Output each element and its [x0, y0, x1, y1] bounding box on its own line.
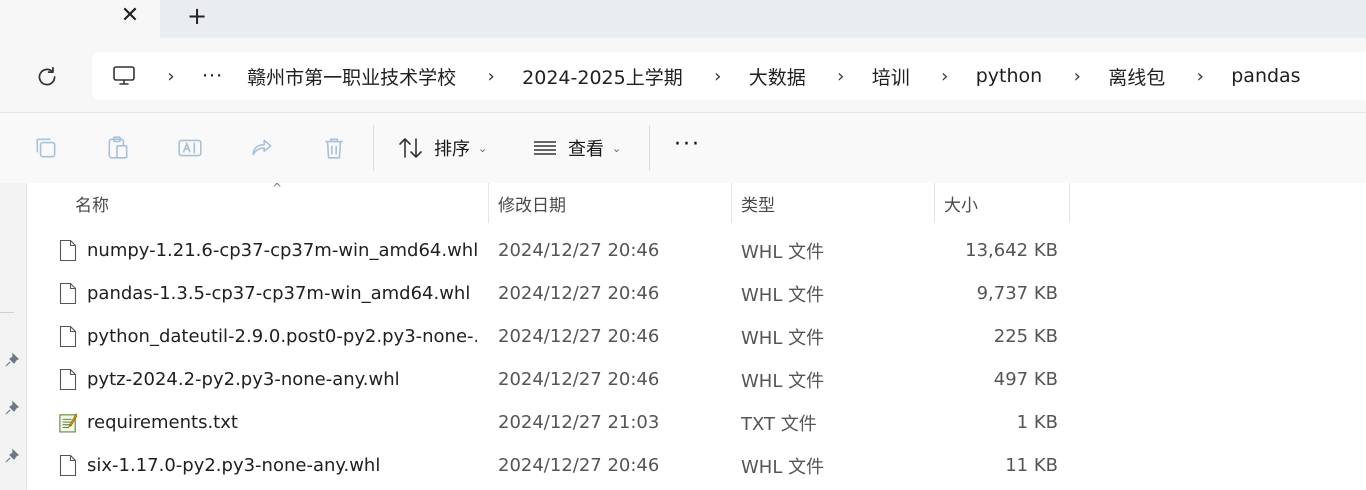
file-size: 11 KB [1005, 455, 1058, 476]
file-name: python_dateutil-2.9.0.post0-py2.py3-none… [87, 326, 477, 347]
sort-label: 排序 [434, 139, 470, 160]
column-divider[interactable] [1069, 183, 1070, 223]
breadcrumb-item[interactable]: 2024-2025上学期 [522, 63, 683, 90]
file-name: six-1.17.0-py2.py3-none-any.whl [87, 455, 381, 476]
chevron-right-icon[interactable]: › [1066, 66, 1088, 87]
active-tab[interactable]: ✕ [0, 0, 160, 38]
file-name: pytz-2024.2-py2.py3-none-any.whl [87, 369, 400, 390]
column-divider[interactable] [934, 183, 935, 223]
breadcrumb-item[interactable]: 大数据 [749, 63, 806, 90]
command-bar: 排序 ⌄ 查看 ⌄ ··· [0, 112, 1366, 184]
file-icon [59, 239, 77, 262]
breadcrumb-overflow[interactable]: ··· [202, 65, 223, 87]
breadcrumb-item[interactable]: 培训 [872, 63, 910, 90]
new-tab-icon[interactable]: + [182, 2, 212, 30]
file-size: 9,737 KB [976, 283, 1058, 304]
column-header: ^ 名称 修改日期 类型 大小 [27, 181, 1366, 223]
file-size: 13,642 KB [965, 240, 1058, 261]
breadcrumb: › ··· 赣州市第一职业技术学校 › 2024-2025上学期 › 大数据 ›… [160, 52, 1325, 100]
file-name: requirements.txt [87, 412, 238, 433]
pin-icon[interactable] [4, 400, 20, 416]
sort-icon [399, 138, 422, 158]
view-button[interactable]: 查看 ⌄ [532, 131, 621, 165]
column-header-size[interactable]: 大小 [944, 183, 978, 223]
column-divider[interactable] [731, 183, 732, 223]
breadcrumb-item-current[interactable]: pandas [1231, 65, 1300, 87]
copy-icon[interactable] [33, 135, 59, 161]
rename-icon[interactable] [177, 135, 203, 161]
this-pc-icon[interactable] [112, 65, 136, 87]
refresh-icon[interactable] [34, 64, 60, 90]
breadcrumb-item[interactable]: python [976, 65, 1042, 87]
share-icon[interactable] [249, 135, 275, 161]
nav-divider [0, 312, 14, 313]
address-row: › ··· 赣州市第一职业技术学校 › 2024-2025上学期 › 大数据 ›… [0, 38, 1366, 112]
file-icon [59, 325, 77, 348]
delete-icon[interactable] [321, 135, 347, 161]
close-tab-icon[interactable]: ✕ [117, 3, 143, 29]
table-row[interactable]: numpy-1.21.6-cp37-cp37m-win_amd64.whl 20… [27, 229, 1077, 272]
chevron-right-icon[interactable]: › [160, 66, 182, 87]
file-date: 2024/12/27 20:46 [498, 240, 660, 261]
file-size: 225 KB [993, 326, 1058, 347]
table-row[interactable]: pandas-1.3.5-cp37-cp37m-win_amd64.whl 20… [27, 272, 1077, 315]
file-date: 2024/12/27 20:46 [498, 326, 660, 347]
file-type: WHL 文件 [741, 241, 825, 263]
file-type: TXT 文件 [741, 413, 817, 435]
sort-button[interactable]: 排序 ⌄ [398, 131, 487, 165]
view-icon [534, 141, 556, 155]
address-bar[interactable]: › ··· 赣州市第一职业技术学校 › 2024-2025上学期 › 大数据 ›… [92, 52, 1366, 100]
column-header-name[interactable]: 名称 [75, 183, 109, 223]
column-header-date[interactable]: 修改日期 [498, 183, 566, 223]
file-date: 2024/12/27 20:46 [498, 283, 660, 304]
column-divider[interactable] [488, 183, 489, 223]
navigation-pane [0, 183, 27, 490]
chevron-right-icon[interactable]: › [480, 66, 502, 87]
file-size: 497 KB [993, 369, 1058, 390]
file-name: pandas-1.3.5-cp37-cp37m-win_amd64.whl [87, 283, 471, 304]
file-date: 2024/12/27 21:03 [498, 412, 660, 433]
tab-strip: ✕ + [0, 0, 1366, 38]
file-type: WHL 文件 [741, 370, 825, 392]
table-row[interactable]: pytz-2024.2-py2.py3-none-any.whl 2024/12… [27, 358, 1077, 401]
file-name: numpy-1.21.6-cp37-cp37m-win_amd64.whl [87, 240, 477, 261]
file-icon [59, 454, 77, 477]
view-label: 查看 [568, 139, 604, 160]
file-list-area: ^ 名称 修改日期 类型 大小 numpy-1.21.6-cp37-cp37m-… [0, 181, 1366, 490]
pin-icon[interactable] [4, 448, 20, 464]
chevron-down-icon: ⌄ [612, 141, 622, 155]
chevron-right-icon[interactable]: › [1189, 66, 1211, 87]
file-icon [59, 282, 77, 305]
chevron-right-icon[interactable]: › [830, 66, 852, 87]
file-date: 2024/12/27 20:46 [498, 369, 660, 390]
file-icon [59, 368, 77, 391]
table-row[interactable]: requirements.txt 2024/12/27 21:03 TXT 文件… [27, 401, 1077, 444]
pin-icon[interactable] [4, 352, 20, 368]
column-header-type[interactable]: 类型 [741, 183, 775, 223]
paste-icon[interactable] [105, 135, 131, 161]
sort-ascending-icon: ^ [272, 181, 283, 195]
file-date: 2024/12/27 20:46 [498, 455, 660, 476]
file-size: 1 KB [1016, 412, 1058, 433]
chevron-right-icon[interactable]: › [707, 66, 729, 87]
more-options-icon[interactable]: ··· [674, 134, 701, 156]
text-file-icon [59, 413, 77, 433]
toolbar-divider [649, 125, 650, 171]
chevron-right-icon[interactable]: › [934, 66, 956, 87]
file-type: WHL 文件 [741, 327, 825, 349]
breadcrumb-item[interactable]: 离线包 [1108, 63, 1165, 90]
chevron-down-icon: ⌄ [478, 141, 488, 155]
file-type: WHL 文件 [741, 456, 825, 478]
table-row[interactable]: python_dateutil-2.9.0.post0-py2.py3-none… [27, 315, 1077, 358]
breadcrumb-item[interactable]: 赣州市第一职业技术学校 [247, 63, 456, 90]
table-row[interactable]: six-1.17.0-py2.py3-none-any.whl 2024/12/… [27, 444, 1077, 487]
toolbar-divider [373, 125, 374, 171]
file-type: WHL 文件 [741, 284, 825, 306]
